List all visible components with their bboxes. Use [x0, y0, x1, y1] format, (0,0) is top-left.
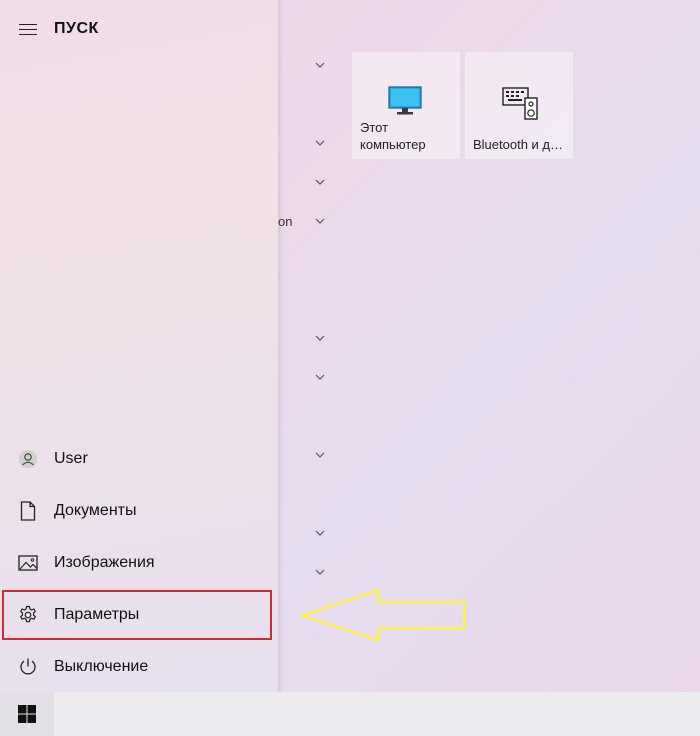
user-avatar-icon	[18, 449, 38, 469]
annotation-arrow	[298, 588, 466, 642]
devices-icon	[501, 85, 539, 126]
tile-label: Bluetooth и д…	[473, 137, 564, 152]
taskbar	[0, 692, 700, 736]
nav-item-user[interactable]: User	[0, 434, 278, 484]
nav-item-documents[interactable]: Документы	[0, 486, 278, 536]
nav-item-settings[interactable]: Параметры	[0, 590, 278, 640]
nav-item-label: Параметры	[54, 606, 140, 623]
start-menu-title: ПУСК	[54, 20, 99, 37]
tile-this-pc[interactable]: Этот компьютер	[352, 52, 460, 159]
tile-bluetooth-devices[interactable]: Bluetooth и д…	[465, 52, 573, 159]
windows-logo-icon	[18, 705, 36, 723]
hamburger-menu-icon[interactable]	[19, 23, 37, 36]
app-list-partial-text: on	[278, 214, 293, 229]
start-button[interactable]	[0, 692, 54, 736]
picture-icon	[18, 553, 38, 573]
chevron-down-icon[interactable]	[313, 528, 327, 538]
nav-item-label: User	[54, 450, 88, 467]
nav-item-pictures[interactable]: Изображения	[0, 538, 278, 588]
nav-item-power[interactable]: Выключение	[0, 642, 278, 692]
chevron-down-icon[interactable]	[313, 567, 327, 577]
nav-item-label: Изображения	[54, 554, 155, 571]
chevron-down-icon[interactable]	[313, 138, 327, 148]
chevron-down-icon[interactable]	[313, 177, 327, 187]
chevron-down-icon[interactable]	[313, 372, 327, 382]
tile-label: Этот компьютер	[360, 120, 426, 152]
nav-item-label: Документы	[54, 502, 137, 519]
gear-icon	[18, 605, 38, 625]
nav-item-label: Выключение	[54, 658, 149, 675]
start-menu-nav-pane: ПУСК User Документы Изображения Параметр…	[0, 0, 278, 692]
power-icon	[18, 657, 38, 677]
chevron-down-icon[interactable]	[313, 450, 327, 460]
start-menu-header: ПУСК	[0, 0, 278, 58]
monitor-icon	[388, 86, 422, 121]
document-icon	[18, 501, 38, 521]
chevron-down-icon[interactable]	[313, 60, 327, 70]
chevron-down-icon[interactable]	[313, 216, 327, 226]
chevron-down-icon[interactable]	[313, 333, 327, 343]
